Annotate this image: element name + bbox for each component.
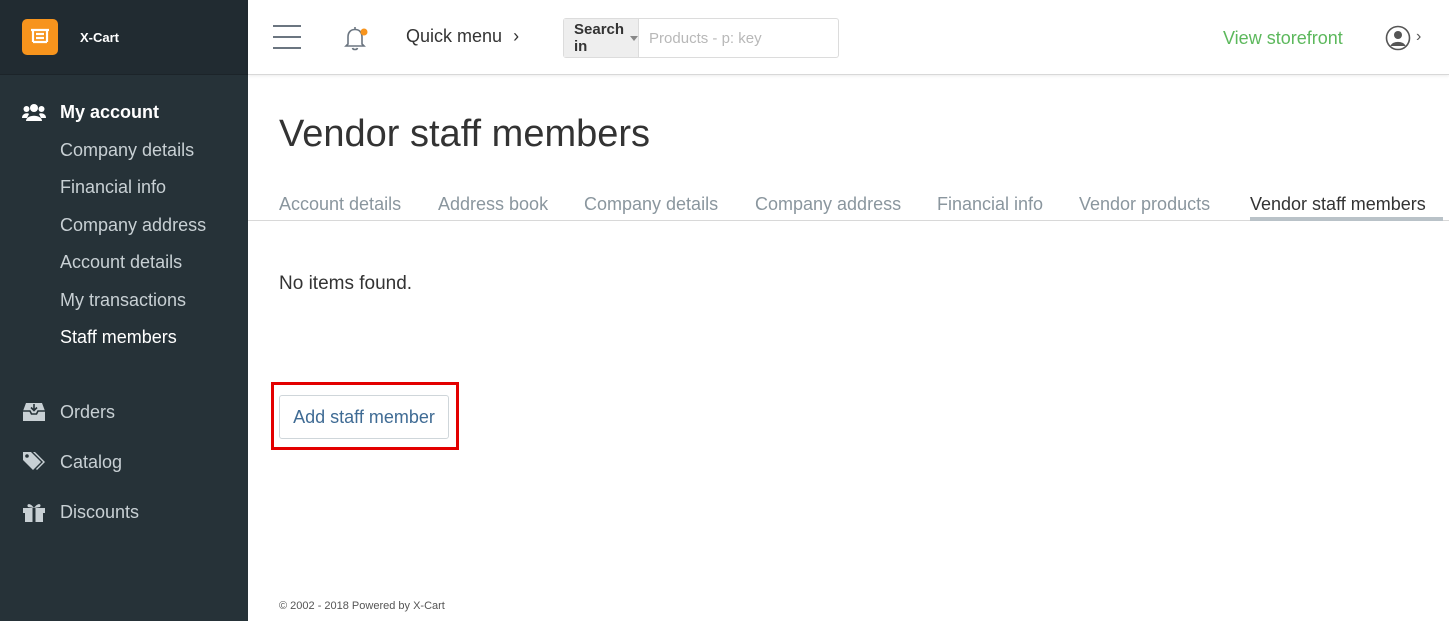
sidebar-item-my-transactions[interactable]: My transactions [60,290,186,311]
notification-dot [360,28,368,36]
brand-name: X-Cart [80,29,120,45]
search-input[interactable] [639,19,849,57]
caret-down-icon [630,35,639,41]
sidebar-item-discounts[interactable]: Discounts [22,500,139,524]
search-bar: Search in [563,18,849,58]
users-icon [22,100,46,124]
sidebar-item-financial-info[interactable]: Financial info [60,177,166,198]
page-title: Vendor staff members [279,113,651,155]
user-avatar-icon[interactable] [1385,25,1411,51]
account-tabs: Account details Address book Company det… [248,190,1449,221]
top-bar: Quick menu › Search in View storefront › [248,0,1449,75]
chevron-right-icon: › [513,26,520,46]
quick-menu-label: Quick menu [406,26,503,46]
sidebar-item-label: Catalog [60,451,123,472]
tab-address-book[interactable]: Address book [438,194,548,215]
tab-company-address[interactable]: Company address [755,194,901,215]
brand-bar: X-Cart [0,0,248,75]
hamburger-menu-icon[interactable] [273,25,301,49]
view-storefront-link[interactable]: View storefront [1223,28,1343,49]
tab-account-details[interactable]: Account details [279,194,401,215]
tab-company-details[interactable]: Company details [584,194,718,215]
tab-financial-info[interactable]: Financial info [937,194,1043,215]
sidebar-item-label: Discounts [60,501,140,522]
sidebar: X-Cart My account Company details Financ… [0,0,248,621]
quick-menu-button[interactable]: Quick menu › [406,26,519,47]
tab-vendor-products[interactable]: Vendor products [1079,194,1210,215]
xcart-logo-icon[interactable] [22,19,58,55]
sidebar-item-company-details[interactable]: Company details [60,140,194,161]
sidebar-item-account-details[interactable]: Account details [60,252,182,273]
sidebar-item-label: My account [60,101,160,122]
sidebar-item-staff-members[interactable]: Staff members [60,327,177,348]
tags-icon [22,450,46,474]
sidebar-item-label: Orders [60,401,116,422]
sidebar-item-catalog[interactable]: Catalog [22,450,122,474]
active-tab-indicator [1250,217,1443,221]
sidebar-item-company-address[interactable]: Company address [60,215,206,236]
empty-state-message: No items found. [279,273,413,294]
gift-icon [22,500,46,524]
search-scope-label: Search in [574,21,625,55]
add-staff-member-button[interactable]: Add staff member [279,395,449,439]
sidebar-item-my-account[interactable]: My account [22,100,159,124]
tab-vendor-staff-members[interactable]: Vendor staff members [1250,194,1426,215]
search-scope-select[interactable]: Search in [564,19,640,57]
bell-icon[interactable] [343,24,369,52]
footer-copyright: © 2002 - 2018 Powered by X-Cart [279,600,445,612]
inbox-icon [22,400,46,424]
sidebar-item-orders[interactable]: Orders [22,400,115,424]
chevron-right-icon[interactable]: › [1416,28,1421,46]
